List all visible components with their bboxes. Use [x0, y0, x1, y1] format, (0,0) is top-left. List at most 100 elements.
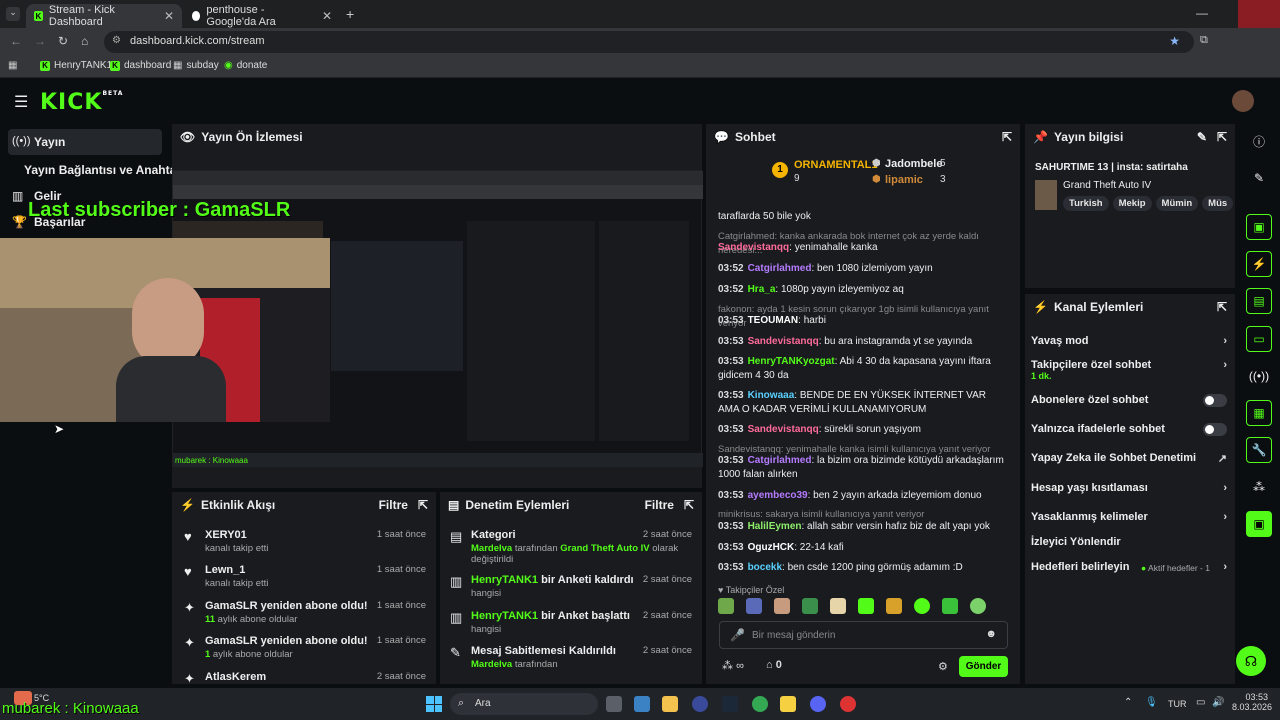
clock[interactable]: 03:53 8.03.2026 — [1232, 692, 1272, 712]
tag-chip[interactable]: Mekip — [1112, 196, 1152, 211]
wrench-icon[interactable]: 🔧 — [1246, 437, 1272, 463]
leader-name[interactable]: ORNAMENTAL1 — [794, 159, 878, 171]
chrome-icon[interactable] — [752, 696, 768, 712]
info-icon[interactable]: ⓘ — [1246, 128, 1272, 154]
mic-icon[interactable]: 🎤 — [730, 628, 745, 642]
bookmark-henrytank1[interactable]: K HenryTANK1 — [40, 60, 112, 71]
apps-grid-icon[interactable]: ▦ — [8, 60, 17, 71]
bookmark-donate[interactable]: ◉ donate — [224, 60, 267, 71]
viewers-indicator[interactable]: ⁂ ∞ — [722, 659, 744, 672]
send-button[interactable]: Gönder — [959, 656, 1008, 677]
action-ai-moderation[interactable]: Yapay Zeka ile Sohbet Denetimi ↗ — [1031, 452, 1227, 470]
gift-indicator[interactable]: ⌂ 0 — [766, 659, 782, 671]
discord-icon[interactable] — [810, 696, 826, 712]
emote-icon[interactable] — [970, 598, 986, 614]
document-icon[interactable]: ▤ — [1246, 288, 1272, 314]
emote-icon[interactable] — [858, 598, 874, 614]
emote-icon[interactable] — [802, 598, 818, 614]
bookmarks-bar: ▦ K HenryTANK1 Kdashboard ▦ subday ◉ donate — [0, 56, 1280, 78]
heart-icon: ♥ — [184, 564, 192, 579]
windows-start-icon[interactable] — [426, 696, 442, 712]
chevron-up-icon[interactable]: ⌃ — [1124, 697, 1132, 708]
hamburger-menu-icon[interactable]: ☰ — [14, 92, 28, 112]
layout-icon[interactable]: ▦ — [1246, 400, 1272, 426]
popout-icon[interactable]: ⇱ — [1217, 300, 1227, 314]
volume-icon[interactable]: 🔊 — [1212, 697, 1224, 708]
filter-button[interactable]: Filtre — [645, 498, 674, 512]
action-subscribers-only[interactable]: Abonelere özel sohbet — [1031, 394, 1227, 412]
calculator-icon[interactable] — [634, 696, 650, 712]
leader-name[interactable]: Jadombele — [885, 158, 942, 170]
category-name[interactable]: Grand Theft Auto IV — [1063, 180, 1151, 191]
users-icon[interactable]: ⁂ — [1246, 474, 1272, 500]
close-icon[interactable]: ✕ — [164, 9, 174, 23]
emote-icon[interactable] — [942, 598, 958, 614]
tab-google-search[interactable]: penthouse - Google'da Ara ✕ — [184, 4, 340, 28]
subscribers-only-toggle[interactable] — [1203, 394, 1227, 407]
bookmark-subday[interactable]: ▦ subday — [173, 60, 219, 71]
lightning-icon[interactable]: ⚡ — [1246, 251, 1272, 277]
task-view-icon[interactable] — [606, 696, 622, 712]
support-headset-icon[interactable]: ☊ — [1236, 646, 1266, 676]
forward-icon[interactable]: → — [34, 34, 46, 48]
chat-icon[interactable]: ▭ — [1246, 326, 1272, 352]
bookmark-dashboard[interactable]: Kdashboard — [110, 60, 171, 71]
action-raid[interactable]: İzleyici Yönlendir — [1031, 536, 1227, 554]
chat-settings-icon[interactable]: ⚙ — [938, 660, 948, 673]
kick-logo[interactable]: KICKBETA — [40, 90, 123, 115]
tab-kick-dashboard[interactable]: K Stream - Kick Dashboard ✕ — [26, 4, 182, 28]
action-followers-only[interactable]: Takipçilere özel sohbet › — [1031, 359, 1227, 377]
tag-chip[interactable]: Müs — [1202, 196, 1233, 211]
emote-row — [718, 598, 1008, 616]
action-banned-words[interactable]: Yasaklanmış kelimeler › — [1031, 511, 1227, 529]
network-icon[interactable]: ▭ — [1196, 697, 1205, 708]
tag-chip[interactable]: Turkish — [1063, 196, 1109, 211]
game-icon[interactable]: ▣ — [1246, 511, 1272, 537]
chat-input[interactable]: 🎤 Bir mesaj gönderin ☻ — [719, 621, 1008, 649]
filter-button[interactable]: Filtre — [379, 498, 408, 512]
steam-icon[interactable] — [722, 696, 738, 712]
app-icon[interactable] — [840, 696, 856, 712]
popout-icon[interactable]: ⇱ — [418, 498, 428, 512]
reload-icon[interactable]: ↻ — [58, 34, 68, 48]
extensions-icon[interactable]: ⧉ — [1200, 34, 1208, 47]
emoji-icon[interactable]: ☻ — [985, 628, 997, 640]
site-info-icon[interactable]: ⚙ — [112, 35, 121, 46]
close-icon[interactable]: ✕ — [322, 9, 332, 23]
sticky-notes-icon[interactable] — [780, 696, 796, 712]
screen-capture-icon[interactable]: ▣ — [1246, 214, 1272, 240]
sidebar-item-yayin[interactable]: ((•)) Yayın — [8, 129, 162, 155]
edit-icon[interactable]: ✎ — [1197, 130, 1207, 144]
emotes-only-toggle[interactable] — [1203, 423, 1227, 436]
tag-chip[interactable]: Mümin — [1155, 196, 1199, 211]
popout-icon[interactable]: ⇱ — [1217, 130, 1227, 144]
emote-icon[interactable] — [830, 598, 846, 614]
avatar[interactable] — [1232, 90, 1254, 112]
emote-icon[interactable] — [774, 598, 790, 614]
leader-name[interactable]: lipamic — [885, 174, 923, 186]
language-indicator[interactable]: TUR — [1168, 699, 1187, 709]
popout-icon[interactable]: ⇱ — [1002, 130, 1012, 144]
file-explorer-icon[interactable] — [662, 696, 678, 712]
emote-icon[interactable] — [886, 598, 902, 614]
taskbar-search[interactable]: ⌕ Ara — [450, 693, 598, 715]
action-emotes-only[interactable]: Yalnızca ifadelerle sohbet — [1031, 423, 1227, 441]
action-slow-mode[interactable]: Yavaş mod › — [1031, 335, 1227, 353]
obs-icon[interactable] — [692, 696, 708, 712]
new-tab-button[interactable]: + — [346, 6, 354, 22]
mic-icon[interactable]: 🎙 — [1145, 697, 1158, 708]
home-icon[interactable]: ⌂ — [81, 34, 88, 48]
minimize-button[interactable]: — — [1196, 6, 1208, 20]
emote-icon[interactable] — [718, 598, 734, 614]
url-input[interactable]: ⚙ dashboard.kick.com/stream ★ — [104, 31, 1194, 53]
back-icon[interactable]: ← — [10, 34, 22, 48]
action-account-age[interactable]: Hesap yaşı kısıtlaması › — [1031, 482, 1227, 500]
popout-icon[interactable]: ⇱ — [684, 498, 694, 512]
emote-icon[interactable] — [746, 598, 762, 614]
bookmark-star-icon[interactable]: ★ — [1169, 34, 1180, 48]
emote-icon[interactable] — [914, 598, 930, 614]
broadcast-icon[interactable]: ((•)) — [1246, 363, 1272, 389]
pencil-icon[interactable]: ✎ — [1246, 165, 1272, 191]
tab-search-button[interactable]: ⌄ — [6, 7, 20, 21]
sidebar-item-stream-key[interactable]: Yayın Bağlantısı ve Anahtarı — [24, 163, 184, 177]
